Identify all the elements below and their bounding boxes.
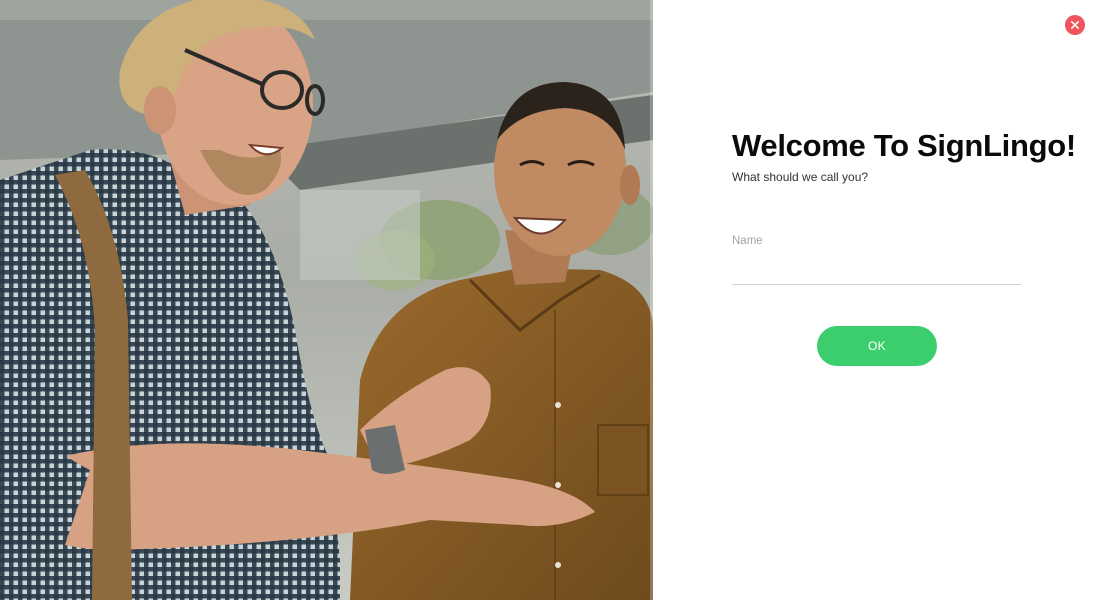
hero-photo [0, 0, 653, 600]
name-input[interactable] [732, 255, 1021, 285]
name-field: Name [732, 233, 1021, 287]
welcome-dialog: Welcome To SignLingo! What should we cal… [0, 0, 1100, 600]
two-men-laughing-image [0, 0, 653, 600]
ok-button[interactable]: OK [817, 326, 937, 366]
name-label: Name [732, 235, 763, 247]
close-icon [1071, 21, 1079, 29]
dialog-subtitle: What should we call you? [732, 170, 869, 184]
dialog-title: Welcome To SignLingo! [732, 128, 1076, 163]
close-button[interactable] [1065, 15, 1085, 35]
form-panel: Welcome To SignLingo! What should we cal… [653, 0, 1100, 600]
